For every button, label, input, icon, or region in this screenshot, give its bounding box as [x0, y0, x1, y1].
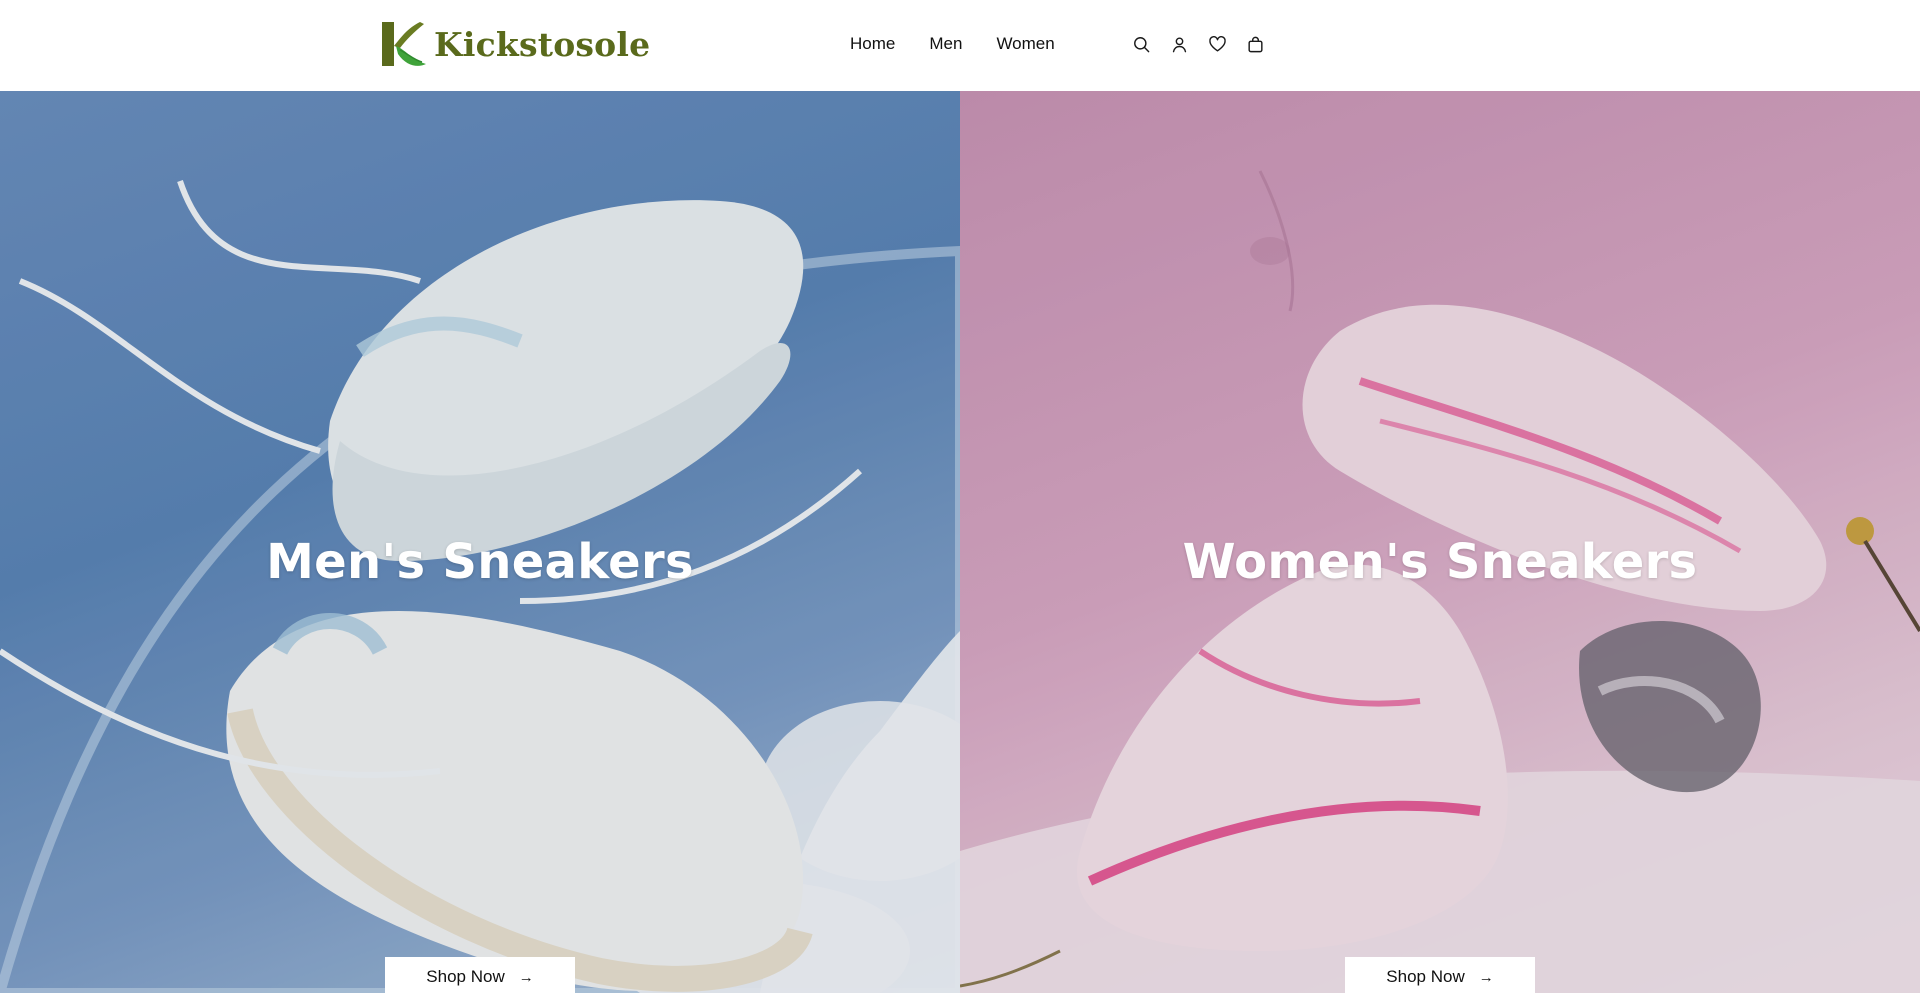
nav-item-men[interactable]: Men: [929, 34, 962, 54]
brand-logo[interactable]: Kickstosole: [378, 20, 650, 68]
men-shop-now-label: Shop Now: [426, 967, 505, 986]
brand-name: Kickstosole: [434, 24, 651, 64]
women-shop-now-label: Shop Now: [1386, 967, 1465, 986]
hero-panel-men[interactable]: Men's Sneakers Shop Now →: [0, 91, 960, 993]
arrow-right-icon: →: [518, 968, 534, 986]
nav-item-home[interactable]: Home: [850, 34, 895, 54]
hero-panel-women[interactable]: Women's Sneakers Shop Now →: [960, 91, 1920, 993]
women-shop-now-button[interactable]: Shop Now →: [1345, 957, 1535, 993]
wishlist-heart-icon[interactable]: [1206, 33, 1228, 55]
account-icon[interactable]: [1168, 33, 1190, 55]
header-actions: [1114, 0, 1266, 88]
logo-k-mark-icon: [382, 22, 426, 66]
arrow-right-icon: →: [1478, 968, 1494, 986]
men-shop-now-button[interactable]: Shop Now →: [385, 957, 575, 993]
site-header: Kickstosole Home Men Women: [0, 0, 1920, 91]
men-sneakers-heading: Men's Sneakers: [266, 534, 694, 590]
women-sneakers-heading: Women's Sneakers: [1182, 534, 1698, 590]
nav-item-women[interactable]: Women: [996, 34, 1054, 54]
cart-bag-icon[interactable]: [1244, 33, 1266, 55]
search-icon[interactable]: [1130, 33, 1152, 55]
main-nav: Home Men Women: [850, 0, 1089, 88]
